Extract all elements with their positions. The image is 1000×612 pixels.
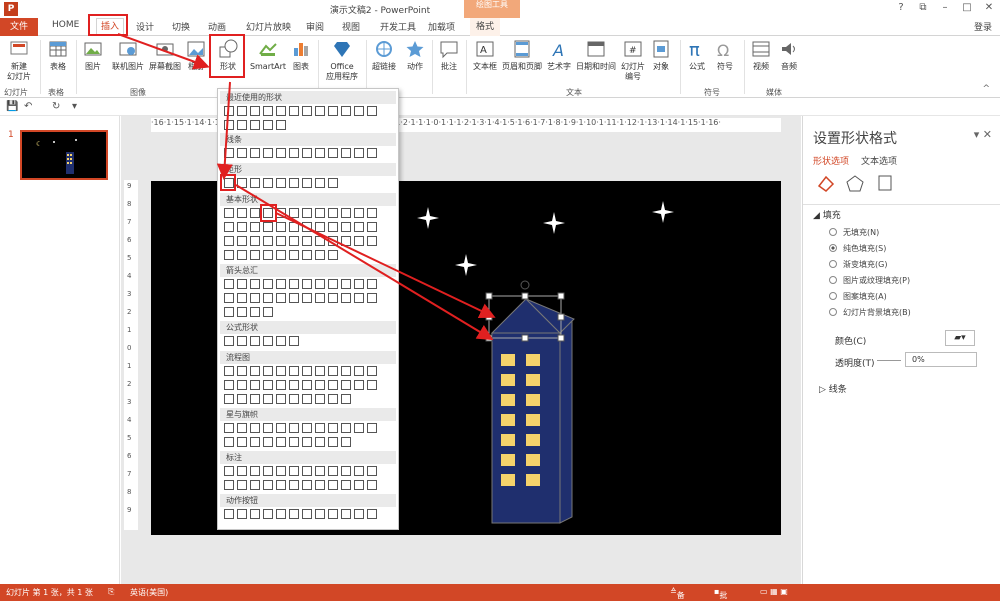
tab-shape-options[interactable]: 形状选项 [813, 154, 849, 167]
pane-close-icon[interactable]: ▾ ✕ [974, 128, 992, 141]
format-shape-pane: 设置形状格式 ▾ ✕ 形状选项 文本选项 ◢ 填充 无填充(N) 纯色填充(S)… [802, 116, 1000, 584]
spellcheck-icon[interactable]: ⎘ [108, 587, 114, 597]
fill-option-gradient[interactable]: 渐变填充(G) [829, 259, 887, 270]
pane-icon-row [817, 175, 892, 192]
transparency-label: 透明度(T) [835, 359, 875, 369]
color-picker-button[interactable]: ▰▾ [945, 330, 975, 346]
effects-pentagon-icon[interactable] [846, 175, 864, 192]
transparency-input[interactable]: 0% [905, 352, 977, 367]
status-bar: 幻灯片 第 1 张，共 1 张 ⎘ 英语(美国) ≙ 备注 ▪ 批注 ▭ ▦ ▣ [0, 584, 1000, 611]
color-label: 颜色(C) [835, 337, 867, 347]
view-buttons[interactable]: ▭ ▦ ▣ [760, 587, 788, 596]
arrow-rectangle-to-building [235, 184, 494, 341]
fill-option-solid[interactable]: 纯色填充(S) [829, 243, 886, 254]
size-properties-icon[interactable] [878, 175, 892, 191]
fill-bucket-icon[interactable] [817, 175, 835, 192]
arrow-triangle-to-roof [275, 212, 496, 319]
tab-text-options[interactable]: 文本选项 [861, 154, 897, 167]
line-section-header[interactable]: ▷ 线条 [819, 382, 847, 395]
language-indicator[interactable]: 英语(美国) [130, 587, 168, 598]
fill-option-background[interactable]: 幻灯片背景填充(B) [829, 307, 911, 318]
fill-section-header[interactable]: ◢ 填充 [813, 208, 841, 221]
fill-option-picture[interactable]: 图片或纹理填充(P) [829, 275, 910, 286]
fill-option-none[interactable]: 无填充(N) [829, 227, 879, 238]
notes-button[interactable]: ≙ 备注 [670, 587, 685, 611]
arrow-shapes-to-rectangle [216, 81, 233, 180]
fill-option-pattern[interactable]: 图案填充(A) [829, 291, 887, 302]
arrow-insert-to-shapes [117, 33, 210, 70]
pane-title: 设置形状格式 [813, 131, 897, 147]
slide-count: 幻灯片 第 1 张，共 1 张 [6, 588, 93, 597]
comments-button[interactable]: ▪ 批注 [714, 587, 727, 611]
pane-divider [803, 204, 1000, 205]
transparency-slider[interactable] [877, 360, 901, 361]
